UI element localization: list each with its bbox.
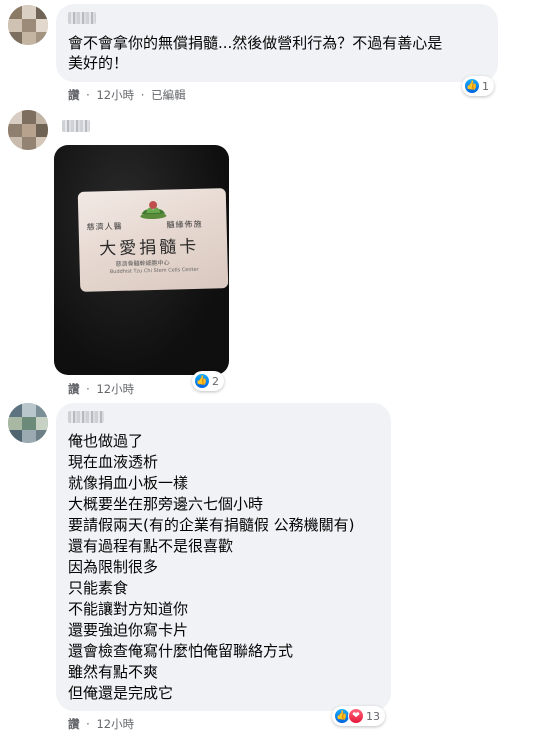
- separator-dot: ·: [86, 717, 90, 731]
- reaction-summary[interactable]: 👍 1: [462, 76, 494, 96]
- comment-line: 還要強迫你寫卡片: [68, 621, 189, 639]
- commenter-name[interactable]: [62, 120, 90, 132]
- comment-line: 只能素食: [68, 579, 129, 597]
- avatar[interactable]: [8, 5, 48, 45]
- comment-text: 美好的！: [68, 54, 129, 72]
- comment-line: 就像捐血小板一樣: [68, 474, 189, 492]
- commenter-name[interactable]: [68, 411, 104, 423]
- comment-line: 還會檢查俺寫什麼怕俺留聯絡方式: [68, 642, 294, 660]
- comment-timestamp[interactable]: 12小時: [96, 716, 134, 732]
- commenter-name[interactable]: [68, 12, 96, 24]
- comment-line: 還有過程有點不是很喜歡: [68, 537, 234, 555]
- thumbs-up-icon: 👍: [194, 373, 210, 389]
- separator-dot: ·: [140, 88, 145, 102]
- lotus-logo-icon: [140, 200, 167, 220]
- comment-line: 因為限制很多: [68, 558, 159, 576]
- thumbs-up-icon: 👍: [464, 78, 480, 94]
- card-organization: 慈濟骨髓幹細胞中心: [115, 259, 170, 268]
- comment-photo[interactable]: 慈濟人醫 髓緣佈施 大愛捐髓卡 慈濟骨髓幹細胞中心 Buddhist Tzu C…: [54, 145, 229, 375]
- comment-line: 現在血液透析: [68, 453, 159, 471]
- comment-text: 會不會拿你的無償捐髓...然後做營利行為？不過有善心是: [68, 34, 443, 52]
- reaction-count: 13: [366, 709, 380, 723]
- comment-timestamp[interactable]: 12小時: [96, 87, 134, 103]
- comment-line: 雖然有點不爽: [68, 663, 159, 681]
- reaction-summary[interactable]: 👍 ❤ 13: [332, 706, 385, 726]
- comment-timestamp[interactable]: 12小時: [96, 381, 134, 397]
- like-button[interactable]: 讚: [68, 716, 80, 732]
- edited-label[interactable]: 已編輯: [151, 87, 186, 103]
- card-title: 大愛捐髓卡: [98, 236, 200, 260]
- heart-icon: ❤: [348, 708, 364, 724]
- separator-dot: ·: [86, 88, 90, 102]
- avatar[interactable]: [8, 403, 48, 443]
- comment-line: 但俺還是完成它: [68, 684, 174, 702]
- reaction-summary[interactable]: 👍 2: [192, 371, 224, 391]
- comment-line: 俺也做過了: [68, 432, 144, 450]
- comment-line: 要請假兩天(有的企業有捐髓假 公務機關有): [68, 516, 355, 534]
- card-organization-en: Buddhist Tzu Chi Stem Cells Center: [109, 266, 199, 276]
- bone-marrow-donor-card: 慈濟人醫 髓緣佈施 大愛捐髓卡 慈濟骨髓幹細胞中心 Buddhist Tzu C…: [77, 188, 229, 292]
- reaction-count: 2: [212, 374, 219, 388]
- comment-line: 不能讓對方知道你: [68, 600, 189, 618]
- comment-line: 大概要坐在那旁邊六七個小時: [68, 495, 264, 513]
- card-slogan-right: 髓緣佈施: [166, 219, 203, 230]
- like-button[interactable]: 讚: [68, 381, 80, 397]
- like-button[interactable]: 讚: [68, 87, 80, 103]
- separator-dot: ·: [86, 382, 90, 396]
- reaction-count: 1: [482, 79, 489, 93]
- avatar[interactable]: [8, 110, 48, 150]
- card-slogan-left: 慈濟人醫: [86, 221, 123, 232]
